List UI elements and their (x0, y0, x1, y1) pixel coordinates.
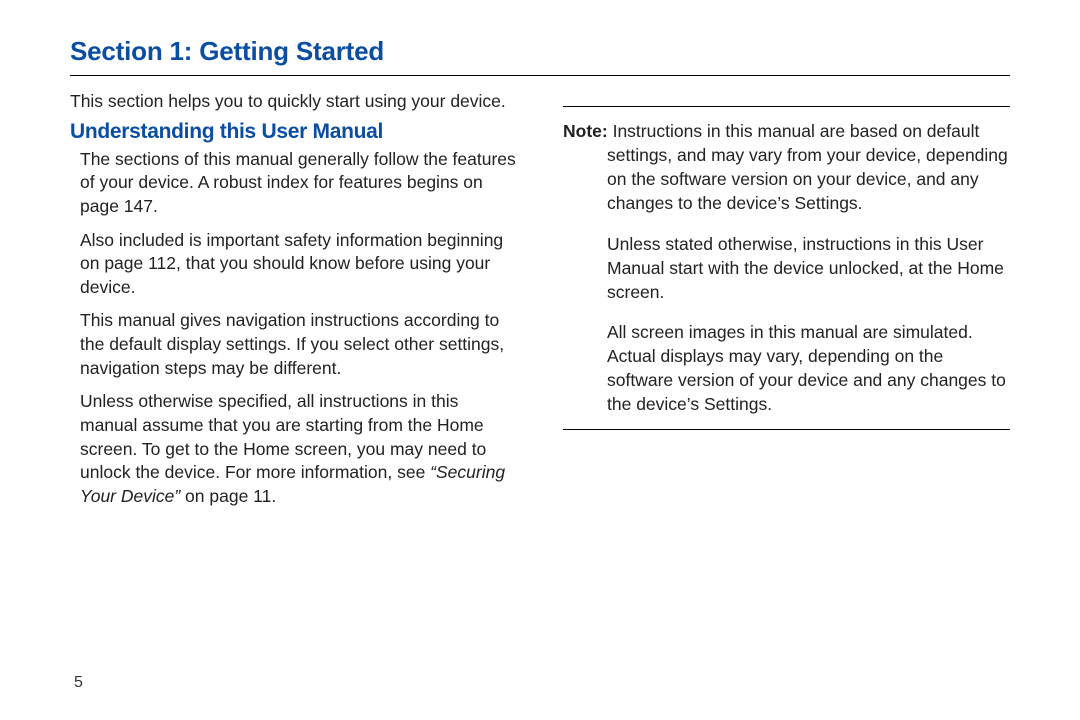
page-number: 5 (74, 674, 83, 692)
section-title: Section 1: Getting Started (70, 36, 1010, 67)
note-para-3: All screen images in this manual are sim… (563, 320, 1010, 417)
note-text-1: Instructions in this manual are based on… (607, 121, 1008, 213)
body-para-2: Also included is important safety inform… (80, 229, 517, 300)
body-para-4: Unless otherwise specified, all instruct… (80, 390, 517, 508)
body-para-4a: Unless otherwise specified, all instruct… (80, 391, 486, 482)
intro-text: This section helps you to quickly start … (70, 90, 517, 114)
note-para-1: Note: Instructions in this manual are ba… (563, 119, 1010, 216)
body-para-4c: on page 11. (180, 486, 276, 506)
right-column: Note: Instructions in this manual are ba… (563, 90, 1010, 518)
body-para-1: The sections of this manual generally fo… (80, 148, 517, 219)
left-column: This section helps you to quickly start … (70, 90, 517, 518)
note-label: Note: (563, 121, 608, 141)
title-rule (70, 75, 1010, 76)
note-para-2: Unless stated otherwise, instructions in… (563, 232, 1010, 304)
note-box: Note: Instructions in this manual are ba… (563, 106, 1010, 430)
two-column-layout: This section helps you to quickly start … (70, 90, 1010, 518)
body-para-3: This manual gives navigation instruction… (80, 309, 517, 380)
subheading: Understanding this User Manual (70, 120, 517, 144)
